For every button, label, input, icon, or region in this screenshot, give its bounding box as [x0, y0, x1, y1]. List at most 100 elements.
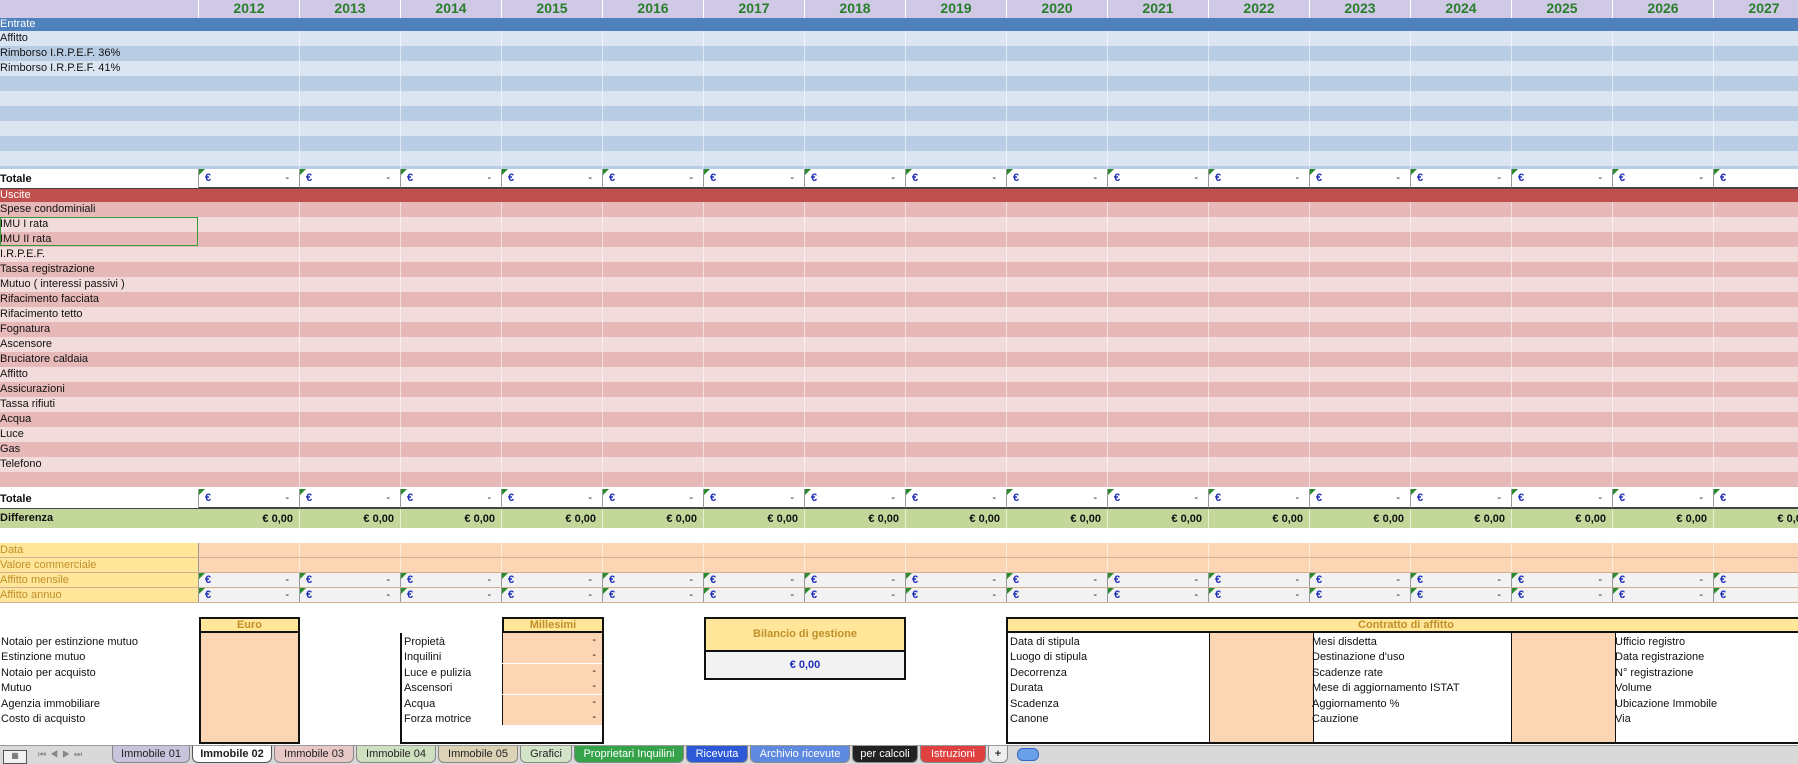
- uscite-cell[interactable]: [199, 397, 300, 412]
- entrate-cell[interactable]: [1411, 46, 1512, 61]
- entrate-cell[interactable]: [805, 91, 906, 106]
- extra-cell[interactable]: €-: [1108, 573, 1209, 587]
- uscite-cell[interactable]: [1411, 352, 1512, 367]
- uscite-cell[interactable]: [502, 352, 603, 367]
- totale-cell[interactable]: €-: [199, 169, 300, 188]
- extra-cell[interactable]: [1209, 558, 1310, 572]
- entrate-cell[interactable]: [1108, 136, 1209, 151]
- uscite-cell[interactable]: [1108, 262, 1209, 277]
- uscite-cell[interactable]: [805, 442, 906, 457]
- uscite-cell[interactable]: [199, 457, 300, 472]
- entrate-cell[interactable]: [1108, 76, 1209, 91]
- uscite-cell[interactable]: [704, 352, 805, 367]
- uscite-cell[interactable]: [1613, 217, 1714, 232]
- entrate-cell[interactable]: [805, 61, 906, 76]
- entrate-cell[interactable]: [1512, 151, 1613, 166]
- entrate-cell[interactable]: [1411, 31, 1512, 46]
- uscite-cell[interactable]: [1411, 367, 1512, 382]
- entrate-cell[interactable]: [1512, 46, 1613, 61]
- uscite-cell[interactable]: [906, 367, 1007, 382]
- sheet-tab[interactable]: Ricevuta: [686, 746, 748, 763]
- uscite-cell[interactable]: [1411, 397, 1512, 412]
- entrate-cell[interactable]: [704, 121, 805, 136]
- entrate-cell[interactable]: [1209, 121, 1310, 136]
- extra-cell[interactable]: [1613, 558, 1714, 572]
- uscite-cell[interactable]: [199, 412, 300, 427]
- uscite-cell[interactable]: [300, 337, 401, 352]
- uscite-cell[interactable]: [1613, 442, 1714, 457]
- extra-cell[interactable]: €-: [1512, 573, 1613, 587]
- differenza-cell[interactable]: € 0,00: [199, 509, 300, 528]
- uscite-cell[interactable]: [1310, 382, 1411, 397]
- uscite-cell[interactable]: [1613, 412, 1714, 427]
- uscite-cell[interactable]: [1613, 202, 1714, 217]
- extra-cell[interactable]: [805, 543, 906, 557]
- uscite-cell[interactable]: [704, 202, 805, 217]
- uscite-cell[interactable]: [704, 232, 805, 247]
- entrate-cell[interactable]: [1007, 46, 1108, 61]
- entrate-cell[interactable]: [1310, 61, 1411, 76]
- uscite-cell[interactable]: [401, 412, 502, 427]
- differenza-cell[interactable]: € 0,00: [1310, 509, 1411, 528]
- uscite-cell[interactable]: [906, 397, 1007, 412]
- uscite-cell[interactable]: [401, 202, 502, 217]
- uscite-cell[interactable]: [704, 427, 805, 442]
- uscite-cell[interactable]: [1007, 232, 1108, 247]
- uscite-cell[interactable]: [300, 232, 401, 247]
- entrate-cell[interactable]: [906, 136, 1007, 151]
- uscite-cell[interactable]: [906, 382, 1007, 397]
- entrate-cell[interactable]: [1714, 31, 1798, 46]
- entrate-cell[interactable]: [401, 91, 502, 106]
- entrate-cell[interactable]: [401, 106, 502, 121]
- uscite-cell[interactable]: [199, 427, 300, 442]
- uscite-cell[interactable]: [1714, 247, 1798, 262]
- uscite-cell[interactable]: [603, 352, 704, 367]
- contratto-input-1[interactable]: [1209, 633, 1314, 742]
- extra-cell[interactable]: [603, 543, 704, 557]
- totale-cell[interactable]: €-: [906, 169, 1007, 188]
- uscite-cell[interactable]: [805, 202, 906, 217]
- uscite-cell[interactable]: [1613, 457, 1714, 472]
- extra-cell[interactable]: [300, 543, 401, 557]
- uscite-cell[interactable]: [1310, 397, 1411, 412]
- uscite-cell[interactable]: [502, 217, 603, 232]
- entrate-cell[interactable]: [1310, 106, 1411, 121]
- entrate-cell[interactable]: [1613, 46, 1714, 61]
- entrate-cell[interactable]: [1714, 61, 1798, 76]
- uscite-cell[interactable]: [1007, 202, 1108, 217]
- entrate-cell[interactable]: [300, 106, 401, 121]
- totale-cell[interactable]: €-: [1310, 489, 1411, 508]
- entrate-cell[interactable]: [1714, 136, 1798, 151]
- uscite-cell[interactable]: [1108, 202, 1209, 217]
- uscite-cell[interactable]: [603, 247, 704, 262]
- entrate-cell[interactable]: [300, 31, 401, 46]
- uscite-cell[interactable]: [502, 262, 603, 277]
- uscite-cell[interactable]: [603, 397, 704, 412]
- uscite-cell[interactable]: [1310, 337, 1411, 352]
- uscite-cell[interactable]: [1108, 337, 1209, 352]
- uscite-cell[interactable]: [502, 232, 603, 247]
- uscite-cell[interactable]: [502, 382, 603, 397]
- uscite-cell[interactable]: [603, 442, 704, 457]
- differenza-cell[interactable]: € 0,00: [1411, 509, 1512, 528]
- totale-cell[interactable]: €-: [906, 489, 1007, 508]
- entrate-cell[interactable]: [805, 121, 906, 136]
- extra-cell[interactable]: €-: [1613, 573, 1714, 587]
- uscite-cell[interactable]: [1411, 277, 1512, 292]
- uscite-cell[interactable]: [1714, 427, 1798, 442]
- uscite-cell[interactable]: [1714, 412, 1798, 427]
- entrate-cell[interactable]: [1007, 76, 1108, 91]
- differenza-cell[interactable]: € 0,00: [1108, 509, 1209, 528]
- extra-cell[interactable]: [906, 543, 1007, 557]
- uscite-cell[interactable]: [300, 427, 401, 442]
- entrate-cell[interactable]: [502, 46, 603, 61]
- entrate-cell[interactable]: [906, 121, 1007, 136]
- totale-cell[interactable]: €-: [805, 169, 906, 188]
- entrate-cell[interactable]: [603, 91, 704, 106]
- totale-cell[interactable]: €-: [1512, 489, 1613, 508]
- tab-nav-arrows[interactable]: ⏮◀▶⏭: [38, 747, 108, 762]
- uscite-cell[interactable]: [300, 442, 401, 457]
- totale-cell[interactable]: €-: [1411, 489, 1512, 508]
- entrate-cell[interactable]: [1209, 151, 1310, 166]
- uscite-cell[interactable]: [1310, 352, 1411, 367]
